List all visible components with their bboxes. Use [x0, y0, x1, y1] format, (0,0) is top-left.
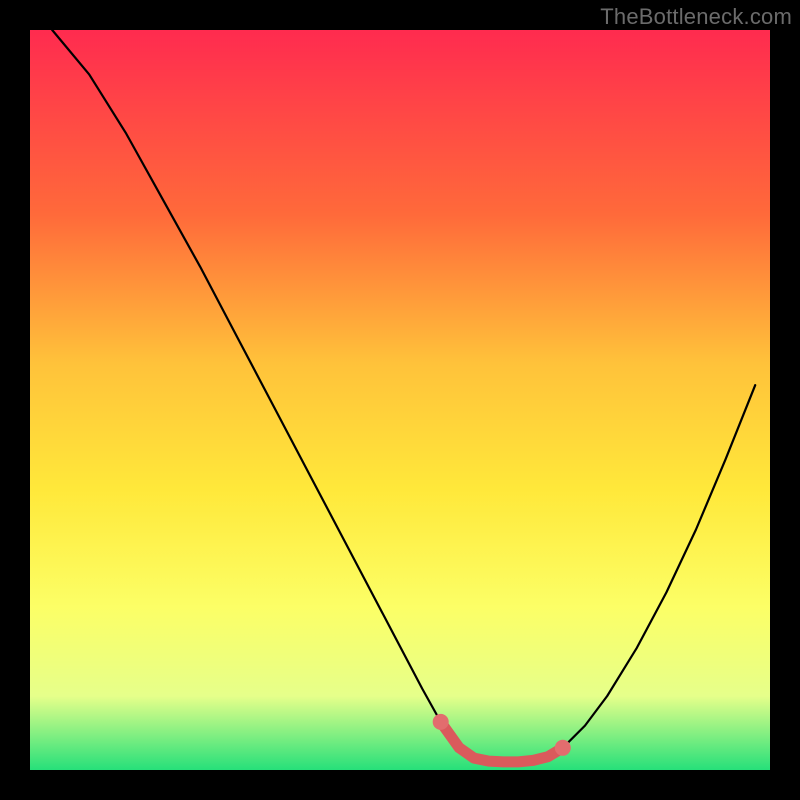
- marker-endpoint: [433, 714, 449, 730]
- bottleneck-chart: [0, 0, 800, 800]
- plot-area: [30, 30, 770, 770]
- chart-container: TheBottleneck.com: [0, 0, 800, 800]
- attribution-text: TheBottleneck.com: [600, 4, 792, 30]
- marker-endpoint: [555, 740, 571, 756]
